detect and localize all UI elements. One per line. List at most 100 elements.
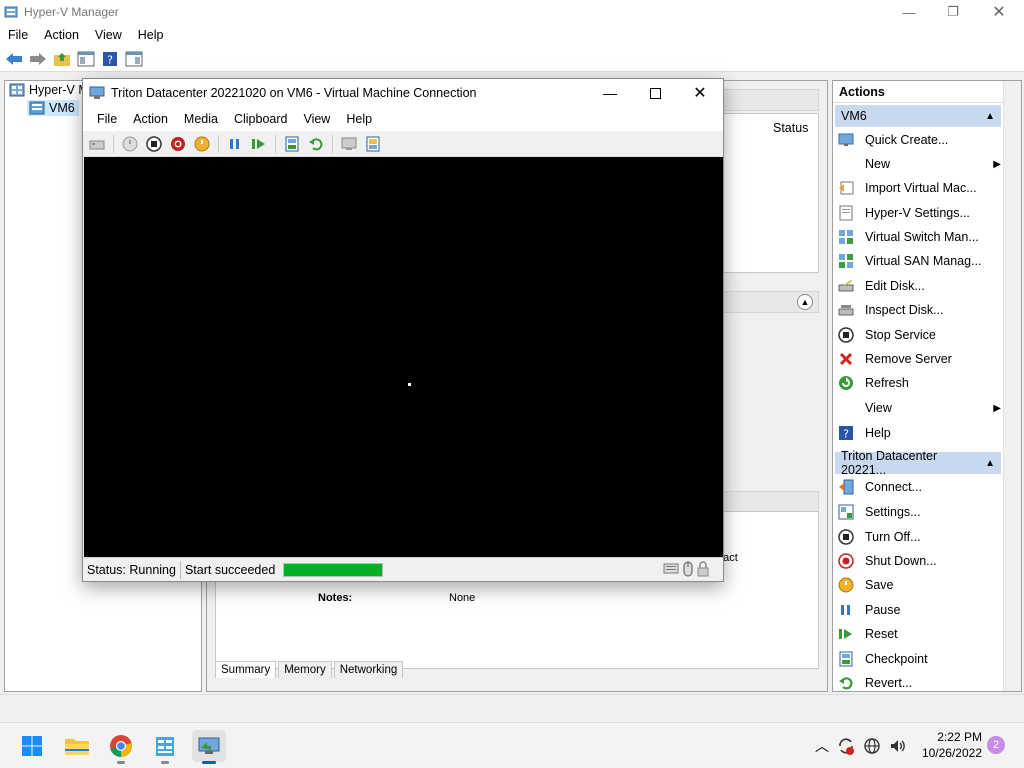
- checkpoint-toolbar-icon[interactable]: [282, 134, 302, 154]
- submenu-arrow-icon: ▶: [993, 158, 1001, 170]
- tab-memory[interactable]: Memory: [278, 661, 332, 678]
- network-globe-icon[interactable]: [862, 736, 882, 756]
- action-label: Import Virtual Mac...: [865, 181, 977, 195]
- save-toolbar-icon[interactable]: [192, 134, 212, 154]
- vm-menu-file[interactable]: File: [89, 112, 125, 126]
- action-help[interactable]: ? Help: [837, 422, 1001, 444]
- action-new[interactable]: New ▶: [837, 153, 1001, 175]
- action-inspect-disk[interactable]: Inspect Disk...: [837, 299, 1001, 321]
- action-import[interactable]: Import Virtual Mac...: [837, 177, 1001, 199]
- running-indicator: [161, 761, 169, 764]
- collapse-up-icon[interactable]: ▲: [797, 294, 813, 310]
- show-hidden-icons-chevron-icon[interactable]: ︿: [812, 736, 832, 756]
- chrome-button[interactable]: [104, 730, 138, 764]
- action-vm-settings[interactable]: Settings...: [837, 501, 1001, 523]
- action-virtual-san[interactable]: Virtual SAN Manag...: [837, 250, 1001, 272]
- turn-off-toolbar-icon[interactable]: [144, 134, 164, 154]
- section-triton-vm[interactable]: Triton Datacenter 20221... ▲: [835, 449, 1001, 477]
- vm-menu-media[interactable]: Media: [176, 112, 226, 126]
- action-revert[interactable]: Revert...: [837, 672, 1001, 694]
- shutdown-toolbar-icon[interactable]: [168, 134, 188, 154]
- action-save[interactable]: Save: [837, 574, 1001, 596]
- action-reset[interactable]: Reset: [837, 623, 1001, 645]
- start-icon[interactable]: [120, 134, 140, 154]
- collapse-icon[interactable]: ▲: [985, 458, 995, 469]
- collapse-icon[interactable]: ▲: [985, 111, 995, 122]
- details-tabs: Summary Memory Networking: [215, 661, 405, 678]
- action-quick-create[interactable]: Quick Create...: [837, 129, 1001, 151]
- notification-badge[interactable]: 2: [987, 736, 1005, 754]
- taskbar-clock[interactable]: 2:22 PM 10/26/2022: [918, 729, 982, 761]
- manager-close-button[interactable]: ✕: [976, 0, 1022, 24]
- lock-icon: [697, 561, 709, 577]
- vm-maximize-button[interactable]: [632, 79, 678, 107]
- checkpoint-icon: [837, 650, 855, 668]
- action-label: Shut Down...: [865, 554, 937, 568]
- tree-root-hyperv[interactable]: Hyper-V M: [9, 83, 89, 97]
- manager-minimize-button[interactable]: —: [886, 0, 932, 24]
- menu-help[interactable]: Help: [130, 28, 172, 42]
- start-button[interactable]: [15, 730, 49, 762]
- volume-icon[interactable]: [888, 736, 908, 756]
- menu-action[interactable]: Action: [36, 28, 87, 42]
- save-icon: [837, 576, 855, 594]
- menu-file[interactable]: File: [0, 28, 36, 42]
- action-connect[interactable]: Connect...: [837, 476, 1001, 498]
- action-remove-server[interactable]: Remove Server: [837, 348, 1001, 370]
- tab-networking[interactable]: Networking: [333, 661, 404, 678]
- revert-toolbar-icon[interactable]: [306, 134, 326, 154]
- vm-connection-taskbar-icon: [198, 737, 220, 754]
- section-vm6[interactable]: VM6 ▲: [835, 105, 1001, 127]
- svg-text:?: ?: [107, 53, 113, 66]
- status-column-header[interactable]: Status: [773, 121, 808, 135]
- action-hyperv-settings[interactable]: Hyper-V Settings...: [837, 202, 1001, 224]
- start-progress-bar: [283, 562, 384, 577]
- tree-item-vm6[interactable]: VM6: [27, 100, 79, 116]
- toolbar-separator: [275, 134, 276, 153]
- manager-statusbar: [0, 694, 1024, 720]
- up-folder-icon[interactable]: [52, 49, 72, 69]
- action-pause[interactable]: Pause: [837, 599, 1001, 621]
- mouse-icon: [683, 561, 693, 577]
- file-explorer-button[interactable]: [60, 730, 94, 762]
- manager-restore-button[interactable]: ❐: [930, 0, 976, 24]
- connect-icon: [837, 478, 855, 496]
- vm-menu-view[interactable]: View: [295, 112, 338, 126]
- action-checkpoint[interactable]: Checkpoint: [837, 648, 1001, 670]
- ctrl-alt-del-icon[interactable]: [87, 134, 107, 154]
- action-stop-service[interactable]: Stop Service: [837, 324, 1001, 346]
- menu-view[interactable]: View: [87, 28, 130, 42]
- reset-toolbar-icon[interactable]: [249, 134, 269, 154]
- revert-icon: [837, 674, 855, 692]
- action-label: Refresh: [865, 376, 909, 390]
- vm-close-button[interactable]: ✕: [677, 79, 723, 107]
- back-arrow-icon[interactable]: [4, 49, 24, 69]
- action-refresh[interactable]: Refresh: [837, 372, 1001, 394]
- vm-menu-action[interactable]: Action: [125, 112, 176, 126]
- action-virtual-switch[interactable]: Virtual Switch Man...: [837, 226, 1001, 248]
- vm-menu-clipboard[interactable]: Clipboard: [226, 112, 296, 126]
- show-hide-tree-icon[interactable]: [76, 49, 96, 69]
- help-toolbar-icon[interactable]: ?: [100, 49, 120, 69]
- vm-minimize-button[interactable]: —: [587, 79, 633, 107]
- toolbar-separator: [218, 134, 219, 153]
- pause-toolbar-icon[interactable]: [225, 134, 245, 154]
- tab-summary[interactable]: Summary: [215, 661, 277, 678]
- action-label: Remove Server: [865, 352, 952, 366]
- actions-scrollbar[interactable]: [1003, 81, 1021, 691]
- vm-connection-taskbar-button[interactable]: [192, 730, 226, 764]
- vm-menu-help[interactable]: Help: [338, 112, 380, 126]
- hyperv-manager-taskbar-button[interactable]: [148, 730, 182, 764]
- enhanced-session-icon[interactable]: [339, 134, 359, 154]
- action-turn-off[interactable]: Turn Off...: [837, 526, 1001, 548]
- vm-display-screen[interactable]: [84, 157, 723, 557]
- share-icon[interactable]: [363, 134, 383, 154]
- manager-title: Hyper-V Manager: [24, 5, 119, 19]
- forward-arrow-icon[interactable]: [28, 49, 48, 69]
- update-status-icon[interactable]: [836, 736, 856, 756]
- show-hide-action-pane-icon[interactable]: [124, 49, 144, 69]
- action-view[interactable]: View ▶: [837, 397, 1001, 419]
- action-edit-disk[interactable]: Edit Disk...: [837, 275, 1001, 297]
- action-shut-down[interactable]: Shut Down...: [837, 550, 1001, 572]
- actions-header: Actions: [833, 81, 1021, 103]
